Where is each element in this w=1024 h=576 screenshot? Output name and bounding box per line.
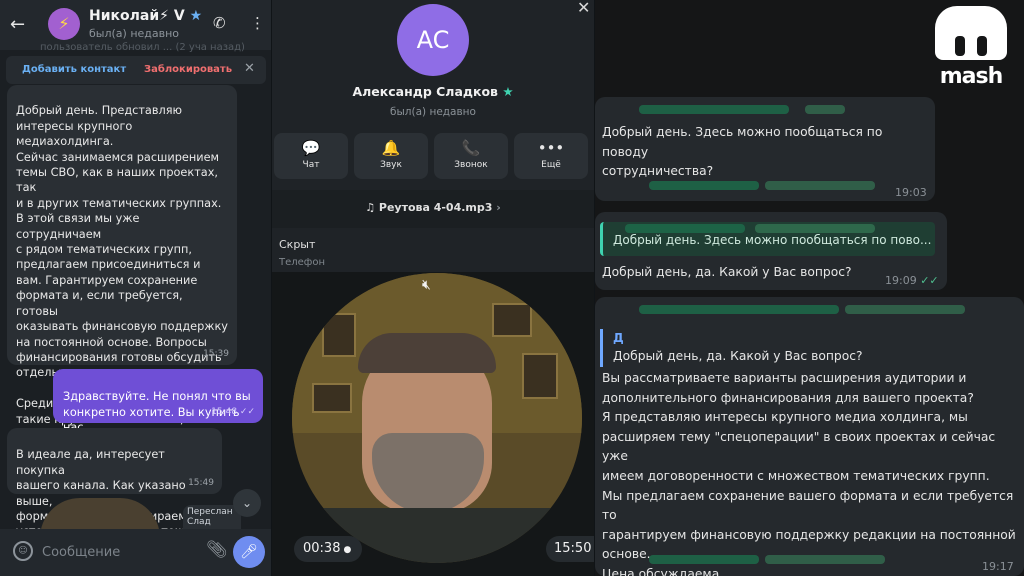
muted-speaker-icon[interactable]: 🔇︎ (422, 277, 431, 293)
message-incoming[interactable]: Добрый день. Здесь можно пообщаться по п… (595, 97, 935, 201)
reply-quote[interactable]: Д Добрый день, да. Какой у Вас вопрос? (600, 329, 1020, 367)
phone-icon[interactable]: ✆ (213, 14, 226, 32)
person-hair (358, 333, 496, 373)
contact-name[interactable]: Николай⚡ V ★ (89, 8, 202, 24)
video-duration: 00:38 ● (294, 536, 362, 562)
redacted-text (765, 181, 875, 190)
logo-wordmark: mash (939, 64, 1004, 89)
profile-avatar: AC (397, 4, 469, 76)
quoted-text: Добрый день. Здесь можно пообщаться по п… (613, 233, 932, 247)
message-time: 19:03 (895, 186, 927, 199)
system-notice: пользователь обновил ... (2 уча назад) (40, 42, 245, 53)
phone-value: Скрыт (279, 238, 316, 251)
star-icon: ★ (189, 8, 203, 24)
message-time: 15:49 (188, 477, 214, 488)
redacted-text (649, 555, 759, 564)
message-incoming[interactable]: В идеале да, интересует покупка вашего к… (7, 428, 222, 538)
phone-icon: 📞 (461, 139, 481, 157)
message-incoming[interactable]: Добрый день. Представляю интересы крупно… (7, 85, 237, 456)
call-button[interactable]: 📞 Звонок (434, 133, 508, 179)
close-icon[interactable]: ✕ (577, 0, 590, 17)
redacted-text (625, 224, 745, 233)
close-icon[interactable]: ✕ (244, 61, 255, 76)
message-time: 19:09 ✓✓ (885, 274, 939, 287)
emoji-icon[interactable]: ☺ (13, 541, 33, 561)
quoted-author: Д (613, 331, 624, 345)
video-message-circle[interactable] (292, 273, 582, 563)
picture-frame (492, 303, 532, 337)
phone-label: Телефон (279, 257, 326, 268)
message-outgoing[interactable]: Добрый день. Здесь можно пообщаться по п… (595, 212, 947, 290)
more-button[interactable]: ••• Ещё (514, 133, 588, 179)
message-incoming[interactable]: Д Добрый день, да. Какой у Вас вопрос? В… (595, 297, 1024, 576)
profile-name: Александр Сладков ★ (352, 84, 514, 99)
back-arrow-icon[interactable]: ← (10, 14, 25, 35)
chat-button[interactable]: 💬 Чат (274, 133, 348, 179)
more-vertical-icon[interactable]: ⋮ (250, 14, 265, 32)
forwarded-label: Переслан (187, 507, 233, 517)
message-text: Добрый день, да. Какой у Вас вопрос? (602, 265, 852, 279)
profile-panel: ✕ AC Александр Сладков ★ был(а) недавно … (272, 0, 594, 576)
message-time: 19:17 (982, 560, 1014, 573)
message-text: Вы рассматриваете варианты расширения ау… (602, 371, 1016, 576)
microphone-button[interactable]: 🎤︎ (233, 536, 265, 568)
composer: ☺ 📎︎ 🎤︎ (0, 529, 271, 576)
profile-audio-track[interactable]: ♫ Реутова 4-04.mp3 › (272, 201, 594, 214)
block-button[interactable]: Заблокировать (144, 64, 232, 75)
redacted-text (639, 105, 789, 114)
video-time: 15:50 (546, 536, 594, 562)
microphone-icon: 🎤︎ (240, 544, 258, 560)
redacted-text (649, 181, 759, 190)
chevron-down-icon: ⌄ (241, 496, 253, 510)
forwarded-message[interactable]: Переслан Слад (183, 505, 241, 531)
bell-icon: 🔔 (381, 139, 401, 157)
read-checks-icon: ✓✓ (920, 274, 939, 287)
profile-status: был(а) недавно (390, 106, 476, 118)
message-text: Добрый день. Здесь можно пообщаться по п… (602, 125, 883, 179)
star-icon: ★ (502, 84, 514, 99)
picture-frame (522, 353, 558, 399)
picture-frame (322, 313, 356, 357)
sound-button[interactable]: 🔔 Звук (354, 133, 428, 179)
redacted-text (755, 224, 875, 233)
scroll-down-button[interactable]: ⌄ (233, 489, 261, 517)
message-time: 15:39 (203, 348, 229, 359)
redacted-text (765, 555, 885, 564)
add-contact-button[interactable]: Добавить контакт (22, 64, 126, 75)
avatar[interactable]: ⚡ (48, 8, 80, 40)
quoted-text: Добрый день, да. Какой у Вас вопрос? (613, 349, 863, 363)
paperclip-icon[interactable]: 📎︎ (206, 540, 228, 560)
chat-panel-right: mash Добрый день. Здесь можно пообщаться… (595, 0, 1024, 576)
redacted-text (845, 305, 965, 314)
lightning-icon: ⚡ (58, 14, 70, 33)
forwarded-from: Слад (187, 517, 211, 527)
message-input[interactable] (42, 541, 192, 563)
mash-logo: mash (931, 6, 1011, 92)
more-horizontal-icon: ••• (537, 139, 565, 157)
redacted-text (639, 305, 839, 314)
chevron-right-icon: › (496, 201, 501, 214)
contact-action-bar: Добавить контакт Заблокировать ✕ (6, 56, 266, 84)
chat-icon: 💬 (301, 139, 321, 157)
message-outgoing[interactable]: Здравствуйте. Не понял что вы конкретно … (53, 369, 263, 450)
chat-panel-left: ← ⚡ Николай⚡ V ★ был(а) недавно ✆ ⋮ поль… (0, 0, 271, 576)
message-time: 15:48 ✓✓ (211, 406, 255, 417)
screenshot-collage: ← ⚡ Николай⚡ V ★ был(а) недавно ✆ ⋮ поль… (0, 0, 1024, 576)
contact-status: был(а) недавно (89, 27, 180, 40)
picture-frame (312, 383, 352, 413)
redacted-text (805, 105, 845, 114)
logo-mark (935, 6, 1007, 60)
